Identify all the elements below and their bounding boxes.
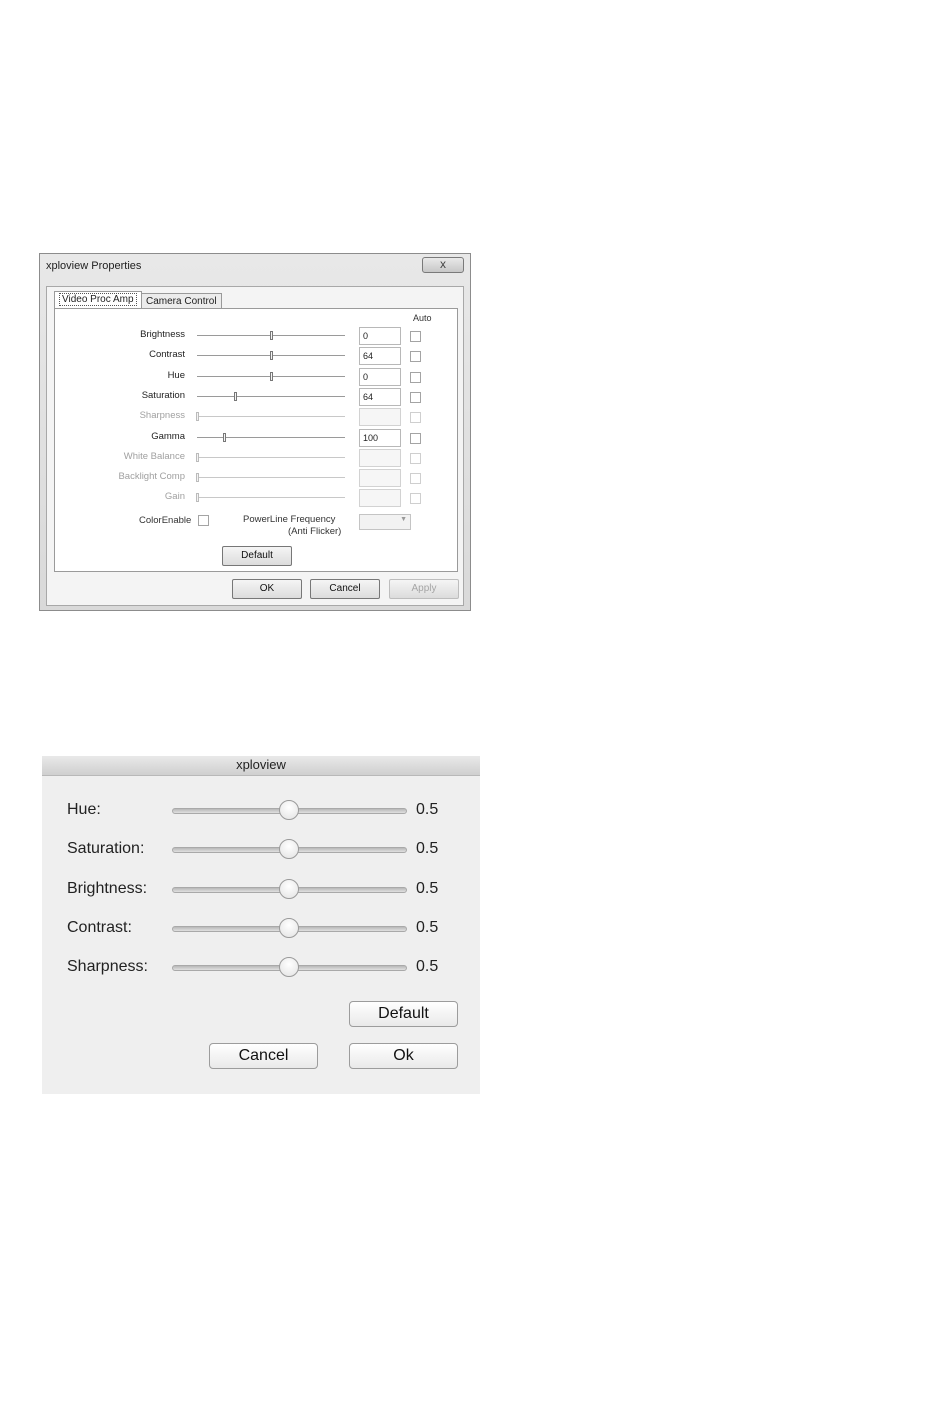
tab-label: Camera Control (146, 296, 217, 307)
cancel-button[interactable]: Cancel (310, 579, 380, 599)
close-button[interactable]: x (422, 257, 464, 273)
white-balance-slider (197, 456, 345, 458)
auto-column-header: Auto (413, 313, 432, 323)
tab-camera-control[interactable]: Camera Control (141, 293, 222, 309)
hue-auto-checkbox[interactable] (410, 371, 421, 383)
saturation-slider-thumb[interactable] (234, 391, 238, 401)
gain-slider-thumb (196, 493, 199, 503)
windows-properties-dialog: xploview Properties x Video Proc Amp Cam… (39, 253, 471, 611)
default-button[interactable]: Default (349, 1001, 458, 1027)
close-icon: x (440, 257, 446, 271)
default-button[interactable]: Default (222, 546, 292, 566)
sharpness-slider (197, 416, 345, 418)
sharpness-slider-thumb (196, 412, 199, 422)
contrast-value-field[interactable]: 64 (359, 347, 401, 366)
sharpness-value-field (359, 408, 401, 427)
hue-value: 0.5 (416, 801, 439, 818)
gamma-value-field[interactable]: 100 (359, 428, 401, 447)
backlight-comp-auto-checkbox (410, 473, 421, 485)
contrast-value: 0.5 (416, 918, 439, 936)
saturation-value: 0.5 (416, 840, 439, 858)
contrast-label: Contrast (149, 349, 185, 361)
saturation-auto-checkbox[interactable] (410, 391, 421, 403)
sharpness-label: Sharpness (139, 410, 185, 422)
saturation-value-field[interactable]: 64 (359, 387, 401, 406)
backlight-comp-value-field (359, 469, 401, 488)
brightness-slider-knob[interactable] (278, 878, 299, 899)
gain-label: Gain (164, 491, 185, 503)
ok-button[interactable]: Ok (349, 1043, 458, 1069)
apply-button[interactable]: Apply (389, 579, 459, 599)
brightness-auto-checkbox[interactable] (410, 331, 421, 342)
white-balance-label: White Balance (123, 450, 185, 462)
gain-value-field (359, 489, 401, 508)
title-bar: xploview (42, 756, 480, 776)
backlight-comp-label: Backlight Comp (118, 471, 185, 483)
color-enable-label: ColorEnable (139, 515, 192, 526)
backlight-comp-slider (197, 477, 345, 479)
dialog-title: xploview (236, 757, 286, 772)
chevron-down-icon: ▼ (400, 516, 407, 523)
white-balance-auto-checkbox (410, 452, 421, 464)
gamma-label: Gamma (151, 430, 185, 442)
saturation-slider[interactable] (197, 395, 345, 397)
contrast-label: Contrast: (67, 918, 132, 936)
brightness-label: Brightness: (67, 879, 148, 897)
brightness-label: Brightness (140, 329, 185, 340)
gamma-slider-thumb[interactable] (222, 432, 226, 442)
brightness-slider-thumb[interactable] (270, 331, 273, 340)
video-proc-amp-panel: Auto Brightness 0 Contrast 64 Hue 0 Saturation… (54, 308, 458, 572)
gain-slider (197, 497, 345, 499)
ok-button[interactable]: OK (232, 579, 302, 599)
sharpness-auto-checkbox (410, 412, 421, 424)
white-balance-value-field (359, 448, 401, 467)
gamma-auto-checkbox[interactable] (410, 432, 421, 444)
saturation-label: Saturation (141, 389, 185, 401)
powerline-sub-label: (Anti Flicker) (288, 526, 342, 537)
sharpness-value: 0.5 (416, 958, 439, 976)
contrast-auto-checkbox[interactable] (410, 351, 421, 363)
backlight-comp-slider-thumb (196, 473, 199, 483)
contrast-slider-knob[interactable] (278, 917, 299, 938)
powerline-frequency-select[interactable]: ▼ (359, 514, 411, 530)
tab-video-proc-amp[interactable]: Video Proc Amp (54, 291, 142, 309)
saturation-label: Saturation: (67, 840, 145, 858)
mac-adjustments-dialog: xploview Hue: 0.5 Saturation: 0.5 Brightness… (42, 756, 480, 1094)
dialog-title: xploview Properties (46, 260, 142, 272)
brightness-value: 0.5 (416, 879, 439, 897)
hue-slider-knob[interactable] (278, 800, 299, 820)
hue-label: Hue (167, 369, 185, 381)
gamma-slider[interactable] (197, 436, 345, 438)
sharpness-label: Sharpness: (67, 958, 148, 976)
cancel-button[interactable]: Cancel (209, 1043, 318, 1069)
white-balance-slider-thumb (196, 452, 199, 462)
dialog-body: Video Proc Amp Camera Control Auto Brigh… (46, 286, 464, 606)
powerline-frequency-label: PowerLine Frequency (243, 514, 336, 525)
brightness-value-field[interactable]: 0 (359, 327, 401, 345)
saturation-slider-knob[interactable] (278, 839, 299, 860)
hue-slider-thumb[interactable] (270, 371, 273, 381)
contrast-slider-thumb[interactable] (270, 351, 273, 361)
tab-label: Video Proc Amp (59, 293, 137, 306)
hue-value-field[interactable]: 0 (359, 367, 401, 386)
color-enable-checkbox[interactable] (198, 515, 209, 526)
hue-label: Hue: (67, 801, 101, 818)
sharpness-slider-knob[interactable] (278, 957, 299, 978)
gain-auto-checkbox (410, 493, 421, 505)
